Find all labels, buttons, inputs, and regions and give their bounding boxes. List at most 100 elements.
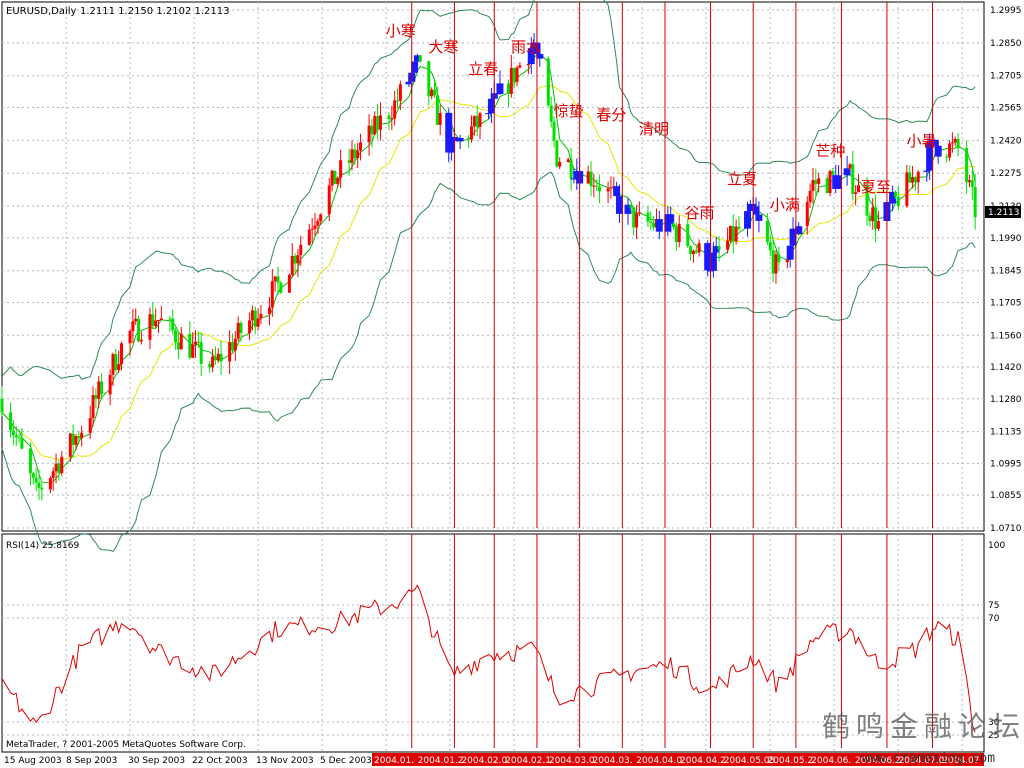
candle-body	[694, 250, 698, 253]
candle-body	[953, 138, 957, 143]
candle-body	[433, 89, 437, 96]
candle-body	[655, 219, 663, 232]
price-tick-label: 1.1420	[990, 363, 1022, 373]
candle-body	[293, 255, 297, 264]
candle-body	[956, 138, 960, 149]
solar-term-label: 立春	[468, 60, 498, 78]
candle-body	[646, 212, 650, 222]
candle-body	[817, 178, 821, 184]
candle-body	[635, 213, 639, 228]
candle-body	[159, 318, 163, 320]
candle-body	[948, 143, 952, 158]
candle-body	[672, 223, 676, 228]
candle-body	[71, 433, 75, 445]
candle-body	[831, 171, 835, 176]
candle-body	[911, 177, 915, 183]
candle-body	[9, 412, 13, 431]
candle-body	[353, 149, 357, 159]
candle-body	[91, 395, 95, 419]
candle-body	[111, 354, 115, 375]
price-tick-label: 1.2420	[990, 136, 1022, 146]
candle-body	[68, 433, 72, 457]
candle-body	[552, 121, 556, 141]
candle-body	[179, 333, 183, 350]
price-tick-label: 1.1845	[990, 267, 1022, 277]
candle-body	[233, 338, 237, 351]
candle-body	[396, 100, 400, 102]
solar-term-label: 春分	[596, 106, 626, 124]
candle-body	[691, 250, 695, 255]
candle-body	[117, 364, 121, 371]
rsi-tick-label: 70	[988, 614, 1000, 624]
solar-term-label: 清明	[639, 120, 669, 138]
candle-body	[456, 137, 464, 142]
candle-body	[876, 221, 880, 229]
candle-body	[239, 322, 243, 334]
solar-term-label: 小暑	[906, 132, 936, 150]
candle-body	[677, 224, 681, 243]
candle-body	[515, 67, 519, 82]
candle-body	[555, 140, 559, 167]
price-chart[interactable]: 小寒大寒立春雨水惊蛰 春分清明谷雨立夏小满 芒种夏至 小暑 1.2995 1.2850 1…	[0, 0, 1024, 768]
candle-body	[350, 149, 354, 163]
date-tick-label: 5 Dec 2003	[320, 756, 372, 766]
candle-body	[256, 318, 260, 327]
candle-body	[945, 156, 949, 158]
candle-body	[558, 161, 562, 167]
candle-body	[737, 226, 741, 229]
price-tick-label: 1.1135	[990, 428, 1022, 438]
candle-body	[211, 356, 215, 368]
candle-body	[37, 482, 41, 488]
candle-body	[774, 254, 778, 274]
candle-body	[356, 150, 360, 159]
candle-body	[336, 177, 340, 184]
candle-body	[595, 185, 599, 187]
price-tick-label: 1.1705	[990, 298, 1022, 308]
candle-body	[31, 473, 35, 478]
candle-body	[339, 160, 343, 178]
candle-body	[393, 100, 397, 119]
solar-term-label: 小满	[770, 196, 800, 214]
candle-body	[851, 164, 855, 194]
rsi-tick-label: 75	[988, 601, 999, 611]
candle-body	[168, 318, 172, 320]
candle-body	[151, 314, 155, 327]
candle-body	[629, 204, 633, 208]
candle-body	[176, 342, 180, 350]
candle-body	[808, 190, 812, 203]
candle-body	[80, 432, 84, 439]
candle-body	[598, 186, 602, 192]
candle-body	[199, 342, 203, 364]
candle-body	[908, 172, 912, 183]
candle-body	[134, 318, 138, 322]
candle-body	[427, 61, 431, 97]
candle-body	[108, 374, 112, 395]
candle-body	[28, 448, 32, 474]
candle-body	[230, 342, 234, 351]
candle-body	[874, 207, 878, 229]
candle-body	[139, 339, 143, 342]
candle-body	[467, 137, 471, 140]
solar-term-label: 雨水	[511, 38, 541, 56]
candle-body	[128, 330, 132, 344]
candle-body	[74, 436, 78, 445]
candle-body	[316, 221, 320, 226]
watermark-title: 鹤鸣金融论坛	[822, 710, 1024, 743]
candle-body	[77, 436, 81, 439]
candle-body	[512, 67, 516, 82]
candle-body	[14, 435, 18, 438]
candle-body	[94, 395, 98, 399]
candle-body	[470, 126, 474, 140]
date-tick-label: 22 Oct 2003	[192, 756, 248, 766]
candle-body	[313, 225, 317, 229]
candle-body	[51, 471, 55, 479]
candle-body	[347, 160, 351, 163]
candle-body	[213, 356, 217, 361]
candle-body	[785, 259, 789, 263]
candle-body	[307, 229, 311, 245]
candle-body	[649, 221, 653, 223]
candle-body	[11, 430, 15, 436]
candle-body	[279, 282, 283, 293]
candle-body	[518, 65, 522, 68]
candle-body	[114, 354, 118, 371]
